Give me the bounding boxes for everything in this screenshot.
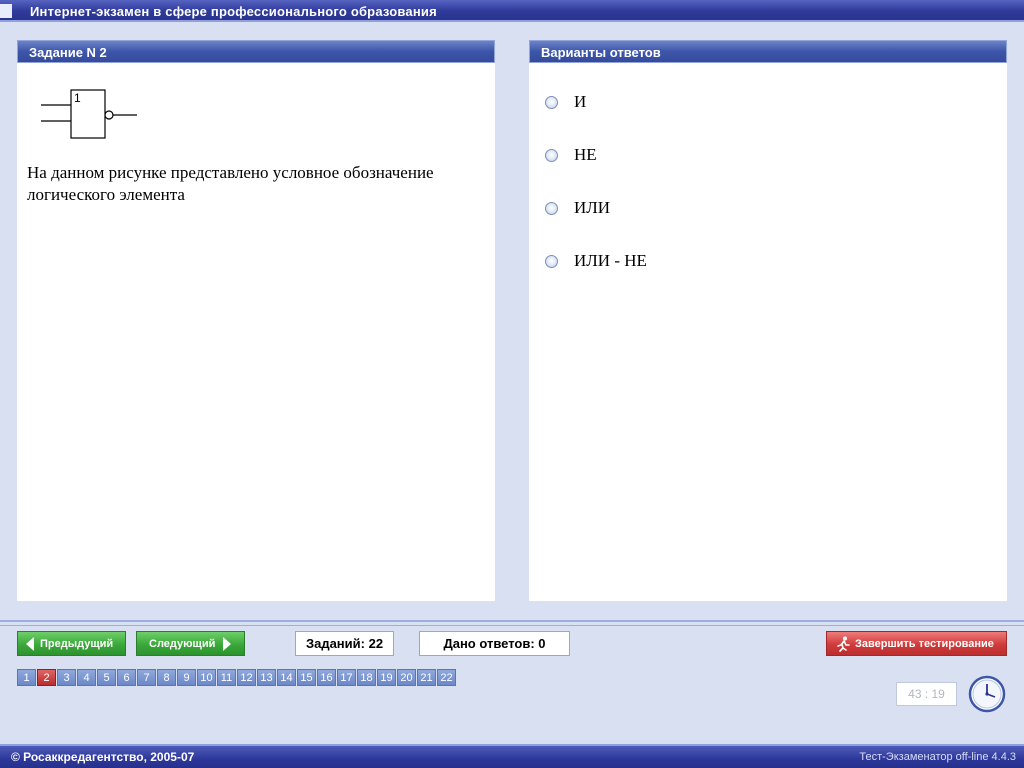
title-bar-stripe (0, 4, 12, 18)
page-button-6[interactable]: 6 (117, 669, 136, 686)
page-button-7[interactable]: 7 (137, 669, 156, 686)
timer-display: 43 : 19 (896, 682, 957, 706)
radio-button[interactable] (545, 95, 558, 109)
answer-option-2[interactable]: НЕ (545, 145, 597, 165)
tasks-count: Заданий: 22 (295, 631, 394, 656)
question-text: На данном рисунке представлено условное … (27, 163, 434, 204)
bottom-divider-thin (0, 625, 1024, 626)
answer-label: ИЛИ - НЕ (574, 251, 647, 270)
page-button-10[interactable]: 10 (197, 669, 216, 686)
answer-label: ИЛИ (574, 198, 611, 217)
next-button-label: Следующий (149, 637, 216, 650)
page-button-21[interactable]: 21 (417, 669, 436, 686)
page-button-15[interactable]: 15 (297, 669, 316, 686)
title-bar: Интернет-экзамен в сфере профессионально… (0, 0, 1024, 22)
answer-label: НЕ (574, 145, 597, 164)
page-button-1[interactable]: 1 (17, 669, 36, 686)
logic-gate-diagram: 1 (41, 89, 137, 139)
task-pager: 1 2 3 4 5 6 7 8 9 10 11 12 13 14 15 16 17 18 19 20 21 22 (17, 669, 457, 686)
answer-option-3[interactable]: ИЛИ (545, 198, 610, 218)
radio-button[interactable] (545, 254, 558, 268)
page-button-19[interactable]: 19 (377, 669, 396, 686)
radio-button[interactable] (545, 201, 558, 215)
next-button[interactable]: Следующий (136, 631, 245, 656)
page-button-12[interactable]: 12 (237, 669, 256, 686)
finish-test-button[interactable]: Завершить тестирование (826, 631, 1007, 656)
answers-header: Варианты ответов (529, 40, 1007, 63)
task-header: Задание N 2 (17, 40, 495, 63)
answer-option-1[interactable]: И (545, 92, 586, 112)
page-button-13[interactable]: 13 (257, 669, 276, 686)
task-panel: Задание N 2 1 На данном рисунке представ… (17, 40, 495, 601)
window-title: Интернет-экзамен в сфере профессионально… (30, 4, 437, 19)
gate-symbol-label: 1 (74, 91, 81, 105)
prev-button[interactable]: Предыдущий (17, 631, 126, 656)
clock-icon (968, 675, 1006, 713)
page-button-8[interactable]: 8 (157, 669, 176, 686)
page-button-3[interactable]: 3 (57, 669, 76, 686)
radio-button[interactable] (545, 148, 558, 162)
answers-panel: Варианты ответов И НЕ ИЛИ ИЛИ - НЕ (529, 40, 1007, 601)
answer-label: И (574, 92, 587, 111)
answers-given-count: Дано ответов: 0 (419, 631, 570, 656)
running-man-icon (837, 636, 850, 652)
footer-bar: © Росаккредагентство, 2005-07 Тест-Экзам… (0, 744, 1024, 768)
page-button-2[interactable]: 2 (37, 669, 56, 686)
arrow-right-icon (223, 636, 232, 651)
page-button-14[interactable]: 14 (277, 669, 296, 686)
page-button-17[interactable]: 17 (337, 669, 356, 686)
page-button-22[interactable]: 22 (437, 669, 456, 686)
copyright-text: © Росаккредагентство, 2005-07 (11, 750, 195, 764)
page-button-9[interactable]: 9 (177, 669, 196, 686)
page-button-5[interactable]: 5 (97, 669, 116, 686)
page-button-16[interactable]: 16 (317, 669, 336, 686)
answer-option-4[interactable]: ИЛИ - НЕ (545, 251, 647, 271)
arrow-left-icon (26, 636, 34, 651)
version-text: Тест-Экзаменатор off-line 4.4.3 (859, 751, 1016, 763)
page-button-4[interactable]: 4 (77, 669, 96, 686)
finish-test-label: Завершить тестирование (855, 637, 994, 650)
bottom-divider (0, 620, 1024, 622)
page-button-18[interactable]: 18 (357, 669, 376, 686)
prev-button-label: Предыдущий (40, 637, 114, 650)
page-button-20[interactable]: 20 (397, 669, 416, 686)
page-button-11[interactable]: 11 (217, 669, 236, 686)
